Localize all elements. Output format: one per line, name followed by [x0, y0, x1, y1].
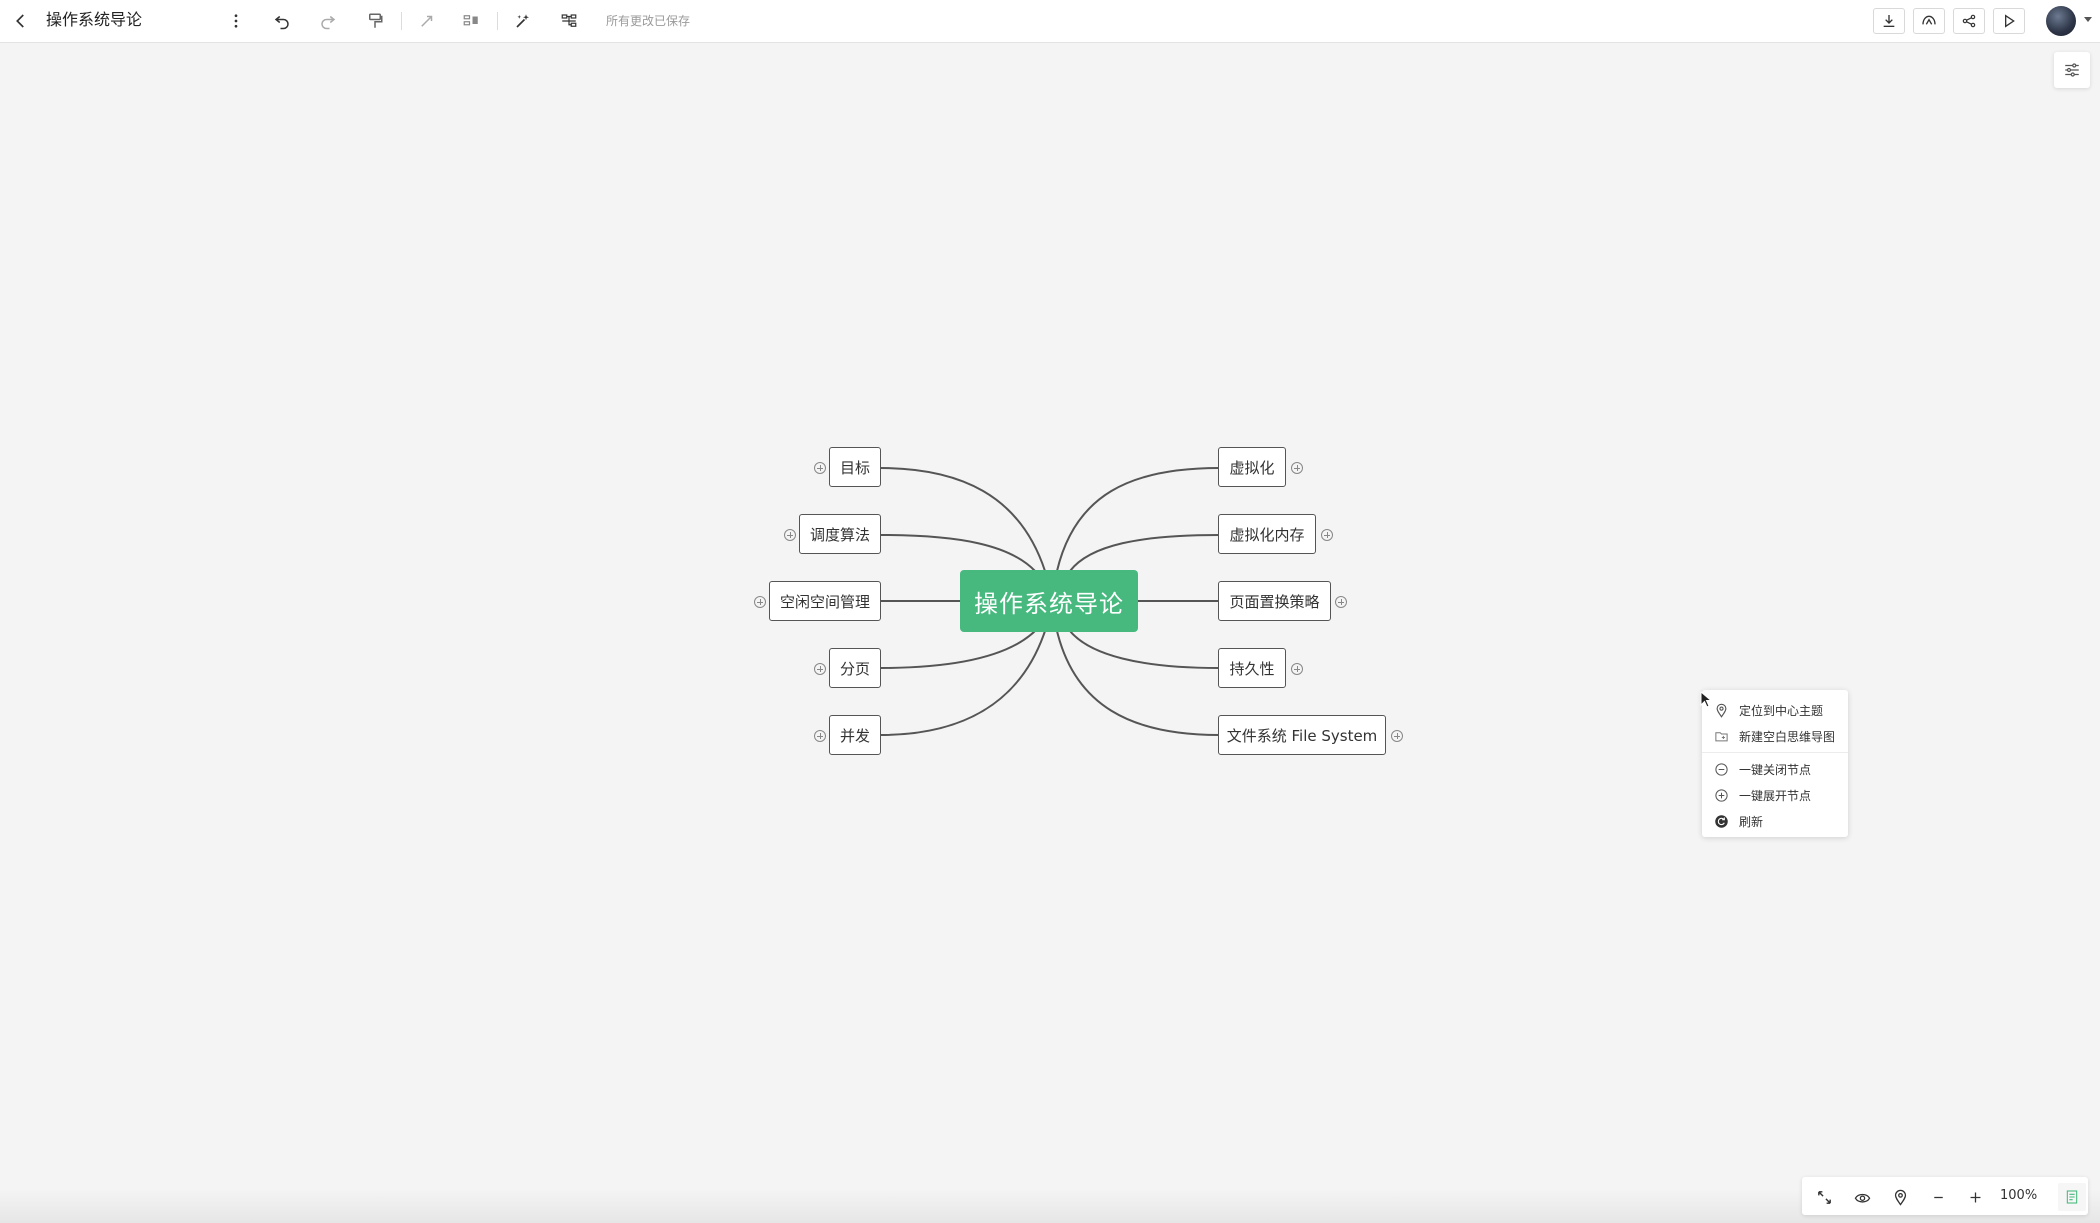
menu-item-expand-all[interactable]: 一键展开节点 — [1702, 782, 1848, 808]
expand-node-icon[interactable] — [814, 730, 826, 742]
zoom-out-button[interactable] — [1928, 1187, 1948, 1207]
expand-node-icon[interactable] — [1321, 529, 1333, 541]
menu-item-refresh[interactable]: 刷新 — [1702, 808, 1848, 834]
plus-icon — [1970, 1192, 1980, 1202]
link-fenye — [879, 630, 1036, 669]
locate-button[interactable] — [1890, 1187, 1910, 1207]
topic-node[interactable]: 并发 — [829, 715, 881, 755]
link-diaodu — [879, 534, 1036, 572]
expand-node-icon[interactable] — [754, 596, 766, 608]
menu-divider — [1702, 752, 1848, 753]
mouse-cursor-icon — [1700, 691, 1713, 708]
expand-node-icon[interactable] — [814, 663, 826, 675]
menu-item-new-mindmap[interactable]: 新建空白思维导图 — [1702, 723, 1848, 749]
link-wenjian — [1056, 630, 1220, 736]
minus-icon — [1933, 1196, 1943, 1198]
topic-node[interactable]: 目标 — [829, 447, 881, 487]
expand-node-icon[interactable] — [1291, 663, 1303, 675]
root-topic[interactable]: 操作系统导论 — [960, 570, 1138, 632]
topic-node[interactable]: 页面置换策略 — [1218, 581, 1331, 621]
link-bingfa — [879, 630, 1046, 736]
link-chijiu — [1069, 630, 1220, 669]
menu-item-locate-center[interactable]: 定位到中心主题 — [1702, 697, 1848, 723]
context-menu: 定位到中心主题 新建空白思维导图 一键关闭节点 一键展开节点 刷新 — [1702, 690, 1848, 837]
topic-node[interactable]: 调度算法 — [799, 514, 881, 554]
link-mubiao — [879, 467, 1046, 572]
plus-circle-icon — [1715, 788, 1728, 802]
menu-item-label: 一键关闭节点 — [1739, 762, 1812, 777]
topic-node[interactable]: 虚拟化内存 — [1218, 514, 1316, 554]
menu-item-collapse-all[interactable]: 一键关闭节点 — [1702, 756, 1848, 782]
zoom-toolbar: 100% — [1802, 1177, 2088, 1215]
fit-view-button[interactable] — [1814, 1187, 1834, 1207]
expand-node-icon[interactable] — [1291, 462, 1303, 474]
minus-circle-icon — [1715, 762, 1728, 776]
location-pin-icon — [1894, 1189, 1906, 1206]
topic-node[interactable]: 分页 — [829, 648, 881, 688]
expand-node-icon[interactable] — [1391, 730, 1403, 742]
location-pin-icon — [1716, 703, 1727, 718]
refresh-icon — [1715, 814, 1728, 828]
menu-item-label: 刷新 — [1739, 814, 1764, 829]
expand-node-icon[interactable] — [814, 462, 826, 474]
menu-item-label: 新建空白思维导图 — [1739, 729, 1836, 744]
fit-screen-icon — [1817, 1190, 1831, 1204]
zoom-in-button[interactable] — [1965, 1187, 1985, 1207]
bottom-shade — [0, 1190, 2100, 1223]
new-folder-icon — [1715, 731, 1728, 741]
eye-icon — [1854, 1193, 1870, 1203]
link-xunihua — [1056, 467, 1220, 572]
outline-doc-icon — [2066, 1190, 2078, 1204]
topic-node[interactable]: 文件系统 File System — [1218, 715, 1386, 755]
preview-button[interactable] — [1852, 1187, 1872, 1207]
topic-node[interactable]: 虚拟化 — [1218, 447, 1286, 487]
menu-item-label: 定位到中心主题 — [1739, 703, 1824, 718]
expand-node-icon[interactable] — [1335, 596, 1347, 608]
expand-node-icon[interactable] — [784, 529, 796, 541]
zoom-level[interactable]: 100% — [2000, 1188, 2037, 1204]
link-xunineicun — [1069, 534, 1220, 572]
outline-button[interactable] — [2058, 1183, 2086, 1211]
topic-node[interactable]: 持久性 — [1218, 648, 1286, 688]
topic-node[interactable]: 空闲空间管理 — [769, 581, 881, 621]
menu-item-label: 一键展开节点 — [1739, 788, 1812, 803]
